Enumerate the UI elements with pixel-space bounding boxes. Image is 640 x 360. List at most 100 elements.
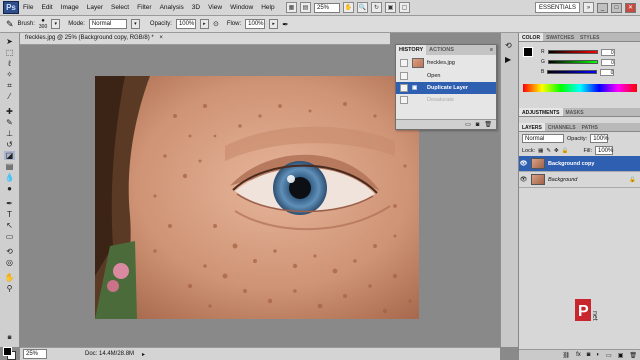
opacity-field[interactable]: 100%	[175, 19, 196, 29]
hand-tool-icon[interactable]: ✋	[343, 2, 354, 13]
menu-edit[interactable]: Edit	[37, 4, 56, 11]
gradient-tool-icon[interactable]: ▤	[4, 162, 15, 171]
zoom-level-field[interactable]: 25%	[314, 2, 340, 13]
menu-file[interactable]: File	[19, 4, 37, 11]
launch-mini-bridge-icon[interactable]: ▤	[300, 2, 311, 13]
menu-window[interactable]: Window	[226, 4, 257, 11]
mode-select[interactable]: Normal	[88, 19, 127, 29]
history-state-duplicate-layer[interactable]: ▣ Duplicate Layer	[396, 82, 496, 94]
menu-layer[interactable]: Layer	[83, 4, 107, 11]
healing-brush-tool-icon[interactable]: ✚	[4, 107, 15, 116]
menu-image[interactable]: Image	[57, 4, 83, 11]
link-layers-icon[interactable]: ⛓	[562, 352, 570, 359]
rotate-view-icon[interactable]: ↻	[371, 2, 382, 13]
foreground-color-chip[interactable]	[523, 47, 533, 57]
3d-camera-tool-icon[interactable]: ◎	[4, 258, 15, 267]
brush-preset-picker[interactable]: ● 300	[39, 18, 47, 30]
tab-channels[interactable]: CHANNELS	[545, 123, 579, 131]
history-state-checkbox[interactable]	[400, 84, 408, 92]
red-channel-value[interactable]: 0	[600, 48, 615, 56]
lasso-tool-icon[interactable]: ℓ	[4, 59, 15, 68]
shape-tool-icon[interactable]: ▭	[4, 232, 15, 241]
tab-masks[interactable]: MASKS	[563, 108, 587, 116]
color-spectrum-ramp[interactable]	[523, 84, 637, 92]
new-document-from-state-icon[interactable]: ▭	[465, 121, 471, 128]
green-channel-value[interactable]: 0	[600, 58, 615, 66]
status-zoom-field[interactable]: 25%	[23, 349, 47, 359]
opacity-slider-icon[interactable]: ▸	[199, 19, 209, 29]
flow-field[interactable]: 100%	[245, 19, 266, 29]
lock-position-icon[interactable]: ✥	[554, 148, 559, 154]
menu-view[interactable]: View	[204, 4, 226, 11]
blue-channel-slider[interactable]	[547, 70, 598, 74]
brush-dropdown-icon[interactable]: ▾	[51, 19, 61, 29]
blur-tool-icon[interactable]: 💧	[4, 173, 15, 182]
path-select-tool-icon[interactable]: ↖	[4, 221, 15, 230]
document-tab[interactable]: freckles.jpg @ 25% (Background copy, RGB…	[20, 33, 390, 45]
new-group-icon[interactable]: ▭	[606, 352, 612, 359]
eraser-tool-icon[interactable]: ◪	[4, 151, 15, 160]
history-brush-source-checkbox[interactable]	[400, 96, 408, 104]
tab-adjustments[interactable]: ADJUSTMENTS	[519, 108, 563, 116]
zoom-tool-icon[interactable]: ⚲	[4, 284, 15, 293]
pen-tool-icon[interactable]: ✒	[4, 199, 15, 208]
mode-dropdown-icon[interactable]: ▾	[130, 19, 140, 29]
layer-opacity-field[interactable]: 100%	[590, 134, 609, 143]
history-state-checkbox[interactable]	[400, 72, 408, 80]
visibility-eye-icon[interactable]: 👁	[519, 160, 528, 167]
snapshot-source-checkbox[interactable]	[400, 58, 408, 67]
history-snapshot[interactable]: freckles.jpg	[396, 55, 496, 70]
lock-pixels-icon[interactable]: ✎	[546, 148, 551, 154]
add-mask-icon[interactable]: ◙	[587, 352, 591, 358]
layer-background[interactable]: 👁 Background 🔒	[519, 172, 640, 188]
layer-background-copy[interactable]: 👁 Background copy	[519, 156, 640, 172]
menu-help[interactable]: Help	[257, 4, 278, 11]
history-state-desaturate[interactable]: Desaturate	[396, 94, 496, 106]
tool-preset-icon[interactable]: ✎	[6, 19, 14, 30]
foreground-color-swatch[interactable]	[3, 347, 12, 356]
screen-mode-icon[interactable]: ▢	[399, 2, 410, 13]
close-document-icon[interactable]: ×	[159, 35, 163, 41]
clone-stamp-tool-icon[interactable]: ⊥	[4, 129, 15, 138]
tab-styles[interactable]: STYLES	[577, 33, 602, 41]
marquee-tool-icon[interactable]: ⬚	[4, 48, 15, 57]
menu-select[interactable]: Select	[107, 4, 133, 11]
minimize-button[interactable]: _	[597, 2, 608, 13]
hand-tool-icon[interactable]: ✋	[4, 273, 15, 282]
green-channel-slider[interactable]	[547, 60, 598, 64]
tab-swatches[interactable]: SWATCHES	[543, 33, 577, 41]
launch-bridge-icon[interactable]: ▦	[286, 2, 297, 13]
tab-history[interactable]: HISTORY	[396, 45, 427, 55]
close-button[interactable]: ✕	[625, 2, 636, 13]
type-tool-icon[interactable]: T	[4, 210, 15, 219]
airbrush-icon[interactable]: ✒	[282, 20, 289, 29]
move-tool-icon[interactable]: ➤	[4, 37, 15, 46]
flow-slider-icon[interactable]: ▸	[269, 19, 279, 29]
fill-field[interactable]: 100%	[595, 146, 613, 155]
menu-filter[interactable]: Filter	[133, 4, 155, 11]
history-panel-icon[interactable]: ⟲	[505, 41, 512, 50]
crop-tool-icon[interactable]: ⌗	[4, 81, 15, 90]
workspace-switcher[interactable]: ESSENTIALS	[534, 2, 580, 13]
document-image[interactable]	[95, 76, 419, 319]
tab-layers[interactable]: LAYERS	[519, 123, 545, 131]
actions-panel-icon[interactable]: ▶	[505, 55, 511, 64]
maximize-button[interactable]: □	[611, 2, 622, 13]
tab-actions[interactable]: ACTIONS	[426, 45, 457, 55]
history-state-open[interactable]: Open	[396, 70, 496, 82]
zoom-tool-icon[interactable]: 🔍	[357, 2, 368, 13]
pressure-opacity-icon[interactable]: ⊙	[213, 20, 219, 28]
quick-select-tool-icon[interactable]: ✧	[4, 70, 15, 79]
dodge-tool-icon[interactable]: ●	[4, 184, 15, 193]
brush-tool-icon[interactable]: ✎	[4, 118, 15, 127]
adjustment-layer-icon[interactable]: ◐	[596, 352, 600, 358]
delete-layer-icon[interactable]: 🗑	[629, 352, 637, 359]
new-layer-icon[interactable]: ▣	[618, 352, 624, 359]
blue-channel-value[interactable]: 0	[600, 68, 615, 76]
delete-state-icon[interactable]: 🗑	[484, 121, 492, 128]
history-brush-tool-icon[interactable]: ↺	[4, 140, 15, 149]
visibility-eye-icon[interactable]: 👁	[519, 176, 528, 183]
arrange-documents-icon[interactable]: ▣	[385, 2, 396, 13]
lock-all-icon[interactable]: 🔒	[562, 148, 569, 154]
menu-analysis[interactable]: Analysis	[156, 4, 188, 11]
